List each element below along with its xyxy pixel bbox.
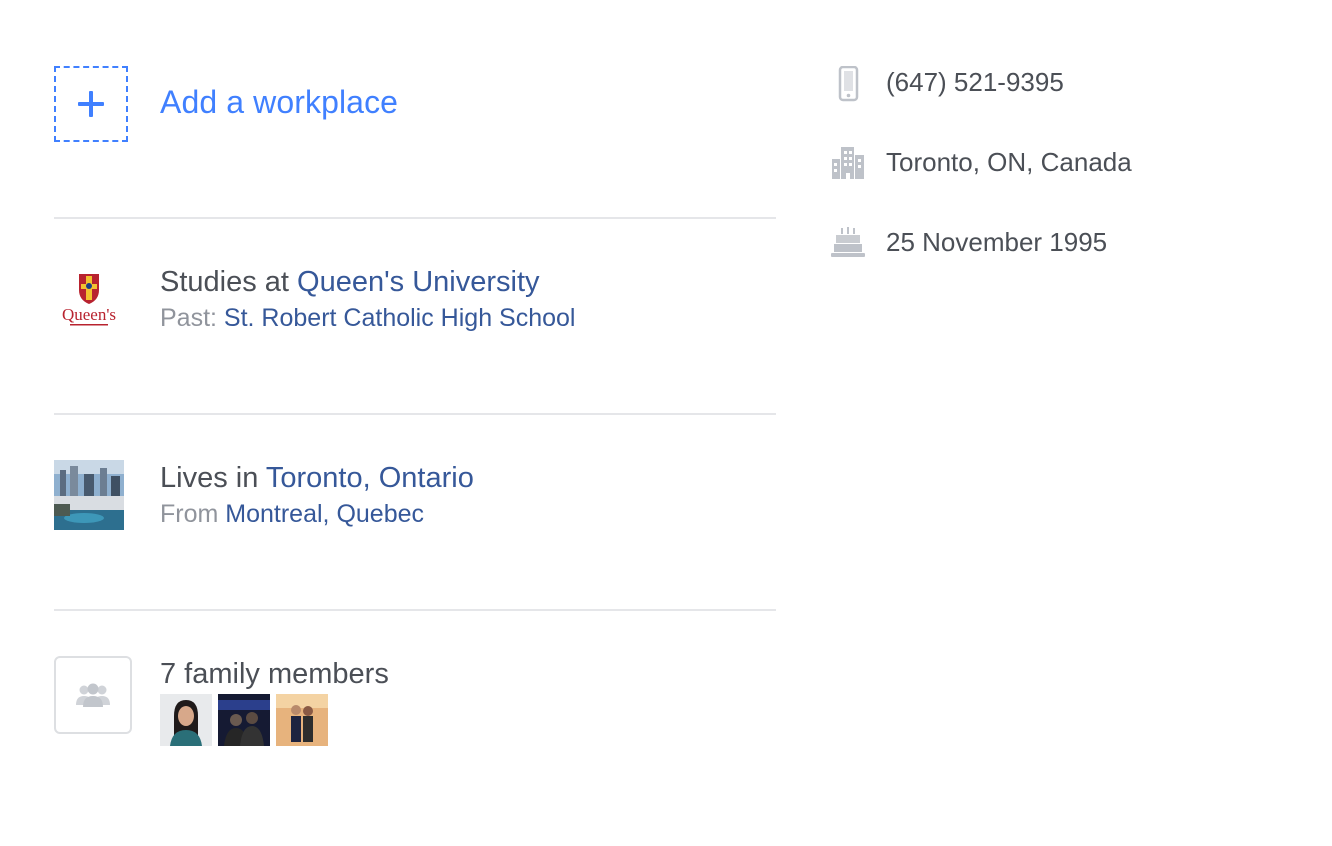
family-member-avatar[interactable] (160, 694, 212, 746)
education-prefix: Studies at (160, 266, 298, 298)
current-city: Lives in Toronto, Ontario (160, 462, 474, 495)
city-photo[interactable] (54, 460, 124, 530)
education-past: Past: St. Robert Catholic High School (160, 304, 575, 333)
add-workplace-button[interactable] (54, 66, 128, 142)
queens-university-logo[interactable]: Queen's (54, 264, 124, 334)
phone-number: (647) 521-9395 (886, 67, 1064, 97)
current-city-link[interactable]: Toronto, Ontario (266, 462, 474, 494)
people-group-icon (76, 683, 110, 707)
hometown-link[interactable]: Montreal, Quebec (225, 500, 424, 528)
family-avatars (160, 694, 328, 746)
divider (54, 217, 776, 219)
past-label: Past: (160, 304, 224, 332)
lives-prefix: Lives in (160, 462, 266, 494)
city-buildings-icon (830, 145, 866, 181)
divider (54, 609, 776, 611)
hometown: From Montreal, Quebec (160, 500, 424, 529)
family-member-avatar[interactable] (276, 694, 328, 746)
education-current: Studies at Queen's University (160, 266, 540, 299)
school-link[interactable]: Queen's University (297, 266, 539, 298)
family-member-avatar[interactable] (218, 694, 270, 746)
divider (54, 413, 776, 415)
logo-wordmark: Queen's (62, 305, 116, 324)
birthday-text: 25 November 1995 (886, 227, 1108, 257)
from-label: From (160, 500, 226, 528)
mobile-phone-icon (830, 65, 866, 102)
family-icon-box (54, 656, 132, 734)
birthday-cake-icon (830, 225, 866, 261)
plus-icon (77, 90, 105, 118)
add-workplace-link[interactable]: Add a workplace (160, 84, 398, 121)
family-count[interactable]: 7 family members (160, 658, 389, 691)
past-school-link[interactable]: St. Robert Catholic High School (224, 304, 576, 332)
location-text: Toronto, ON, Canada (886, 147, 1132, 177)
